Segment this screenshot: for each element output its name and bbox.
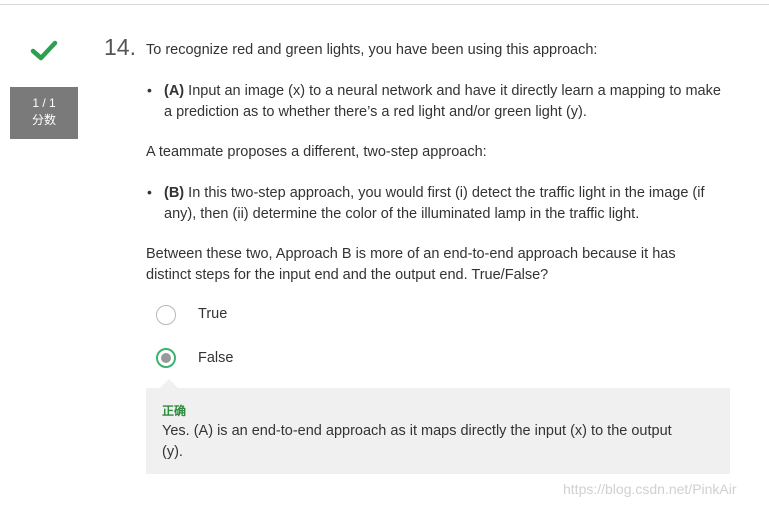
option-false-label[interactable]: False [198,350,233,366]
bullet-icon: • [147,82,152,98]
statement-line1: Between these two, Approach B is more of… [146,246,676,262]
score-unit: 分数 [31,113,56,127]
feedback-title: 正确 [162,404,187,418]
approach-b: (B) In this two-step approach, you would… [164,183,734,225]
radio-true[interactable] [156,305,176,325]
approach-a-text-line2: a prediction as to whether there’s a red… [164,104,587,120]
score-value: 1 / 1 [32,96,56,110]
radio-false[interactable] [156,348,176,368]
question-statement: Between these two, Approach B is more of… [146,244,736,286]
approach-a: (A) Input an image (x) to a neural netwo… [164,81,734,123]
checkmark-icon [30,40,58,61]
bullet-icon: • [147,184,152,200]
top-divider [0,4,769,5]
option-true-label[interactable]: True [198,306,227,322]
feedback-text: Yes. (A) is an end-to-end approach as it… [162,421,702,463]
approach-a-label: (A) [164,83,185,99]
radio-selected-dot [161,353,171,363]
approach-b-text-line2: any), then (ii) determine the color of t… [164,206,640,222]
approach-b-text-line1: In this two-step approach, you would fir… [188,185,705,201]
watermark: https://blog.csdn.net/PinkAir [563,481,737,497]
feedback-line2: (y). [162,444,183,460]
teammate-text: A teammate proposes a different, two-ste… [146,144,487,160]
approach-b-label: (B) [164,185,185,201]
score-badge: 1 / 1 分数 [10,87,78,139]
question-prompt: To recognize red and green lights, you h… [146,42,598,58]
statement-line2: distinct steps for the input end and the… [146,267,549,283]
approach-a-text-line1: Input an image (x) to a neural network a… [188,83,721,99]
feedback-caret [160,379,178,388]
question-number: 14. [104,34,136,60]
feedback-line1: Yes. (A) is an end-to-end approach as it… [162,423,672,439]
feedback-box: 正确 Yes. (A) is an end-to-end approach as… [146,388,730,474]
